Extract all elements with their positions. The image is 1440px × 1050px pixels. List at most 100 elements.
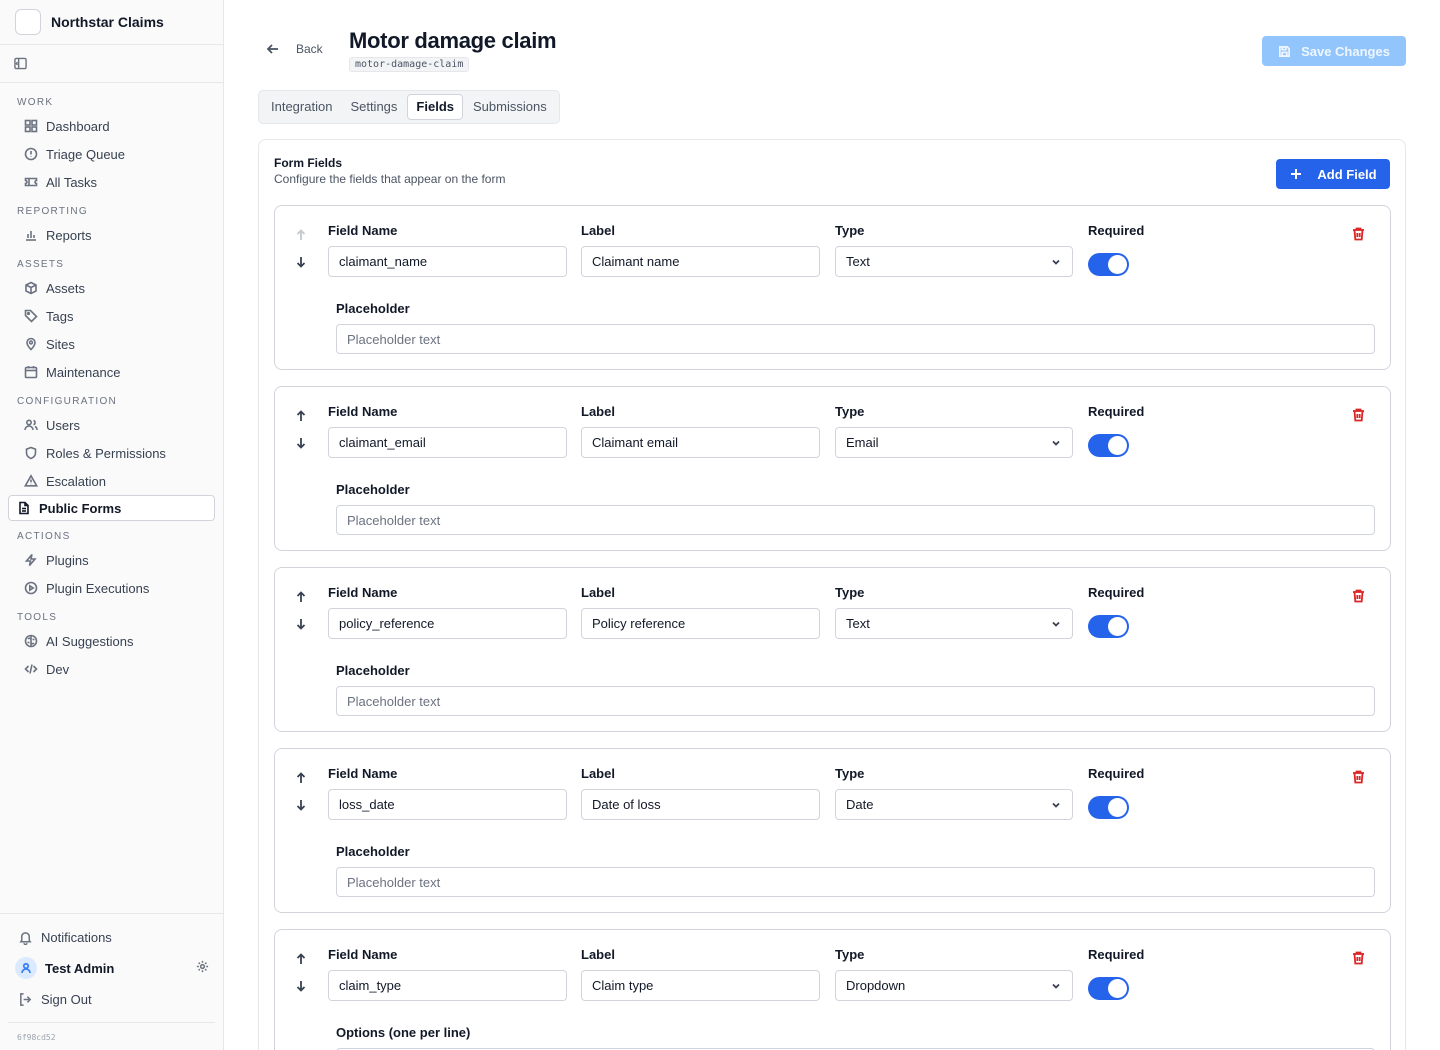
tab-submissions[interactable]: Submissions [465,94,555,120]
warning-triangle-icon [24,474,38,488]
box-icon [24,281,38,295]
field-name-input[interactable]: claim_type [328,970,567,1001]
sidebar-item-dashboard[interactable]: Dashboard [8,112,215,140]
field-name-input[interactable]: policy_reference [328,608,567,639]
sidebar-item-dev[interactable]: Dev [8,655,215,683]
label-input[interactable]: Claimant name [581,246,820,277]
delete-field-button[interactable] [1352,589,1365,603]
required-toggle[interactable] [1088,977,1129,1000]
sidebar-item-plugins[interactable]: Plugins [8,546,215,574]
sidebar-item-label: Dev [46,661,70,677]
calendar-icon [24,365,38,379]
collapse-sidebar-button[interactable] [0,45,223,83]
field-name-input[interactable]: loss_date [328,789,567,820]
move-up-button[interactable] [295,228,307,240]
arrow-up-icon [296,591,306,602]
delete-field-button[interactable] [1352,951,1365,965]
sidebar-item-plugin-executions[interactable]: Plugin Executions [8,574,215,602]
move-down-button[interactable] [295,617,307,630]
file-text-icon [17,501,31,515]
sidebar-item-public-forms[interactable]: Public Forms [8,495,215,521]
label-input[interactable]: Claimant email [581,427,820,458]
placeholder-input[interactable]: Placeholder text [336,324,1375,354]
type-select-value: Date [846,797,874,812]
move-up-button[interactable] [295,771,307,783]
user-row[interactable]: Test Admin [0,952,223,984]
sidebar-item-label: Sites [46,336,75,352]
sign-out-label: Sign Out [41,991,92,1007]
sidebar-item-tags[interactable]: Tags [8,302,215,330]
required-toggle[interactable] [1088,796,1129,819]
placeholder-input[interactable]: Placeholder text [336,505,1375,535]
sign-out-link[interactable]: Sign Out [0,984,223,1014]
label-input[interactable]: Claim type [581,970,820,1001]
sidebar-item-ai-suggestions[interactable]: AI Suggestions [8,627,215,655]
gear-icon[interactable] [196,960,209,976]
move-up-button[interactable] [295,952,307,964]
required-toggle[interactable] [1088,615,1129,638]
add-field-label: Add Field [1317,166,1377,182]
sidebar-item-all-tasks[interactable]: All Tasks [8,168,215,196]
type-label: Type [835,947,865,962]
trash-icon [1353,408,1364,422]
sidebar-item-label: AI Suggestions [46,633,134,649]
label-input[interactable]: Date of loss [581,789,820,820]
type-select[interactable]: Date [835,789,1073,820]
sidebar-item-roles-permissions[interactable]: Roles & Permissions [8,439,215,467]
arrow-down-icon [296,257,306,268]
sidebar-item-escalation[interactable]: Escalation [8,467,215,495]
notifications-label: Notifications [41,929,112,945]
notifications-link[interactable]: Notifications [0,922,223,952]
required-toggle[interactable] [1088,253,1129,276]
move-up-button[interactable] [295,409,307,421]
brand[interactable]: Northstar Claims [0,0,223,45]
trash-icon [1353,227,1364,241]
delete-field-button[interactable] [1352,408,1365,422]
sidebar-item-users[interactable]: Users [8,411,215,439]
move-down-button[interactable] [295,255,307,268]
tab-integration[interactable]: Integration [263,94,340,120]
nav-section-heading: ACTIONS [17,531,71,542]
main-content: Back Motor damage claim motor-damage-cla… [224,0,1440,1050]
back-label: Back [296,42,323,56]
back-button[interactable]: Back [266,42,323,56]
move-down-button[interactable] [295,979,307,992]
add-field-button[interactable]: Add Field [1276,159,1390,189]
brand-name: Northstar Claims [51,14,164,30]
arrow-down-icon [296,981,306,992]
type-select[interactable]: Text [835,246,1073,277]
sidebar-item-maintenance[interactable]: Maintenance [8,358,215,386]
field-name-input[interactable]: claimant_email [328,427,567,458]
sidebar-item-triage-queue[interactable]: Triage Queue [8,140,215,168]
type-select[interactable]: Dropdown [835,970,1073,1001]
form-fields-subtitle: Configure the fields that appear on the … [274,172,506,186]
required-label: Required [1088,223,1145,238]
sidebar-item-assets[interactable]: Assets [8,274,215,302]
field-name-label: Field Name [328,947,398,962]
arrow-down-icon [296,800,306,811]
save-changes-label: Save Changes [1301,43,1390,59]
field-name-label: Field Name [328,766,398,781]
placeholder-input[interactable]: Placeholder text [336,686,1375,716]
tag-icon [24,309,38,323]
move-down-button[interactable] [295,798,307,811]
field-name-input[interactable]: claimant_name [328,246,567,277]
sidebar-item-sites[interactable]: Sites [8,330,215,358]
delete-field-button[interactable] [1352,227,1365,241]
tab-settings[interactable]: Settings [342,94,405,120]
ticket-icon [24,175,38,189]
label-input[interactable]: Policy reference [581,608,820,639]
brand-logo [15,9,41,35]
type-select[interactable]: Email [835,427,1073,458]
type-select[interactable]: Text [835,608,1073,639]
move-up-button[interactable] [295,590,307,602]
log-out-icon [17,991,33,1007]
required-toggle[interactable] [1088,434,1129,457]
placeholder-input[interactable]: Placeholder text [336,867,1375,897]
move-down-button[interactable] [295,436,307,449]
field-card: Field Name Label Type Required policy_re… [274,567,1391,732]
delete-field-button[interactable] [1352,770,1365,784]
save-changes-button[interactable]: Save Changes [1262,36,1406,66]
tab-fields[interactable]: Fields [407,94,463,120]
sidebar-item-reports[interactable]: Reports [8,221,215,249]
